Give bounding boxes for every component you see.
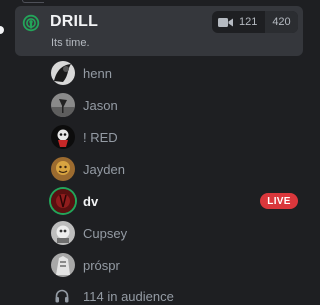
speaker-name: dv (83, 193, 99, 209)
avatar (51, 221, 75, 245)
channel-name: DRILL (50, 13, 99, 30)
channel-tree-line (22, 0, 44, 3)
selection-indicator (0, 26, 4, 34)
speaker-name: ! RED (83, 129, 118, 145)
speaker-row-jayden[interactable]: Jayden (51, 153, 305, 185)
stage-channel-item[interactable]: DRILL Its time. 121 420 (15, 6, 303, 56)
speaker-row-jason[interactable]: Jason (51, 89, 305, 121)
audience-label: 114 in audience (83, 288, 174, 304)
avatar (51, 61, 75, 85)
avatar (51, 125, 75, 149)
video-camera-icon (218, 17, 233, 28)
speaker-name: Jayden (83, 161, 125, 177)
speaker-name: Cupsey (83, 225, 128, 241)
voice-channel-panel: DRILL Its time. 121 420 henn Jason ! RED… (0, 0, 305, 305)
speaker-name: henn (83, 65, 112, 81)
live-badge: LIVE (260, 193, 298, 209)
speaker-name: Jason (83, 97, 118, 113)
channel-topic: Its time. (51, 37, 90, 49)
headphones-icon (54, 288, 70, 304)
speaker-row-prospr[interactable]: próspr (51, 249, 305, 281)
channel-stats: 121 420 (212, 11, 298, 33)
audience-count[interactable]: 114 in audience (54, 287, 174, 305)
speaker-row-cupsey[interactable]: Cupsey (51, 217, 305, 249)
stage-icon (22, 14, 40, 32)
avatar (51, 189, 75, 213)
speaker-row-red[interactable]: ! RED (51, 121, 305, 153)
speaker-row-dv[interactable]: dv LIVE (51, 185, 305, 217)
video-count-label: 121 (239, 16, 258, 28)
speaker-list: henn Jason ! RED Jayden dv LIVE Cupsey p… (51, 57, 305, 281)
speaker-name: próspr (83, 257, 120, 273)
user-limit: 420 (265, 11, 298, 33)
avatar (51, 93, 75, 117)
avatar (51, 157, 75, 181)
avatar (51, 253, 75, 277)
speaker-row-henn[interactable]: henn (51, 57, 305, 89)
video-count: 121 (212, 11, 265, 33)
